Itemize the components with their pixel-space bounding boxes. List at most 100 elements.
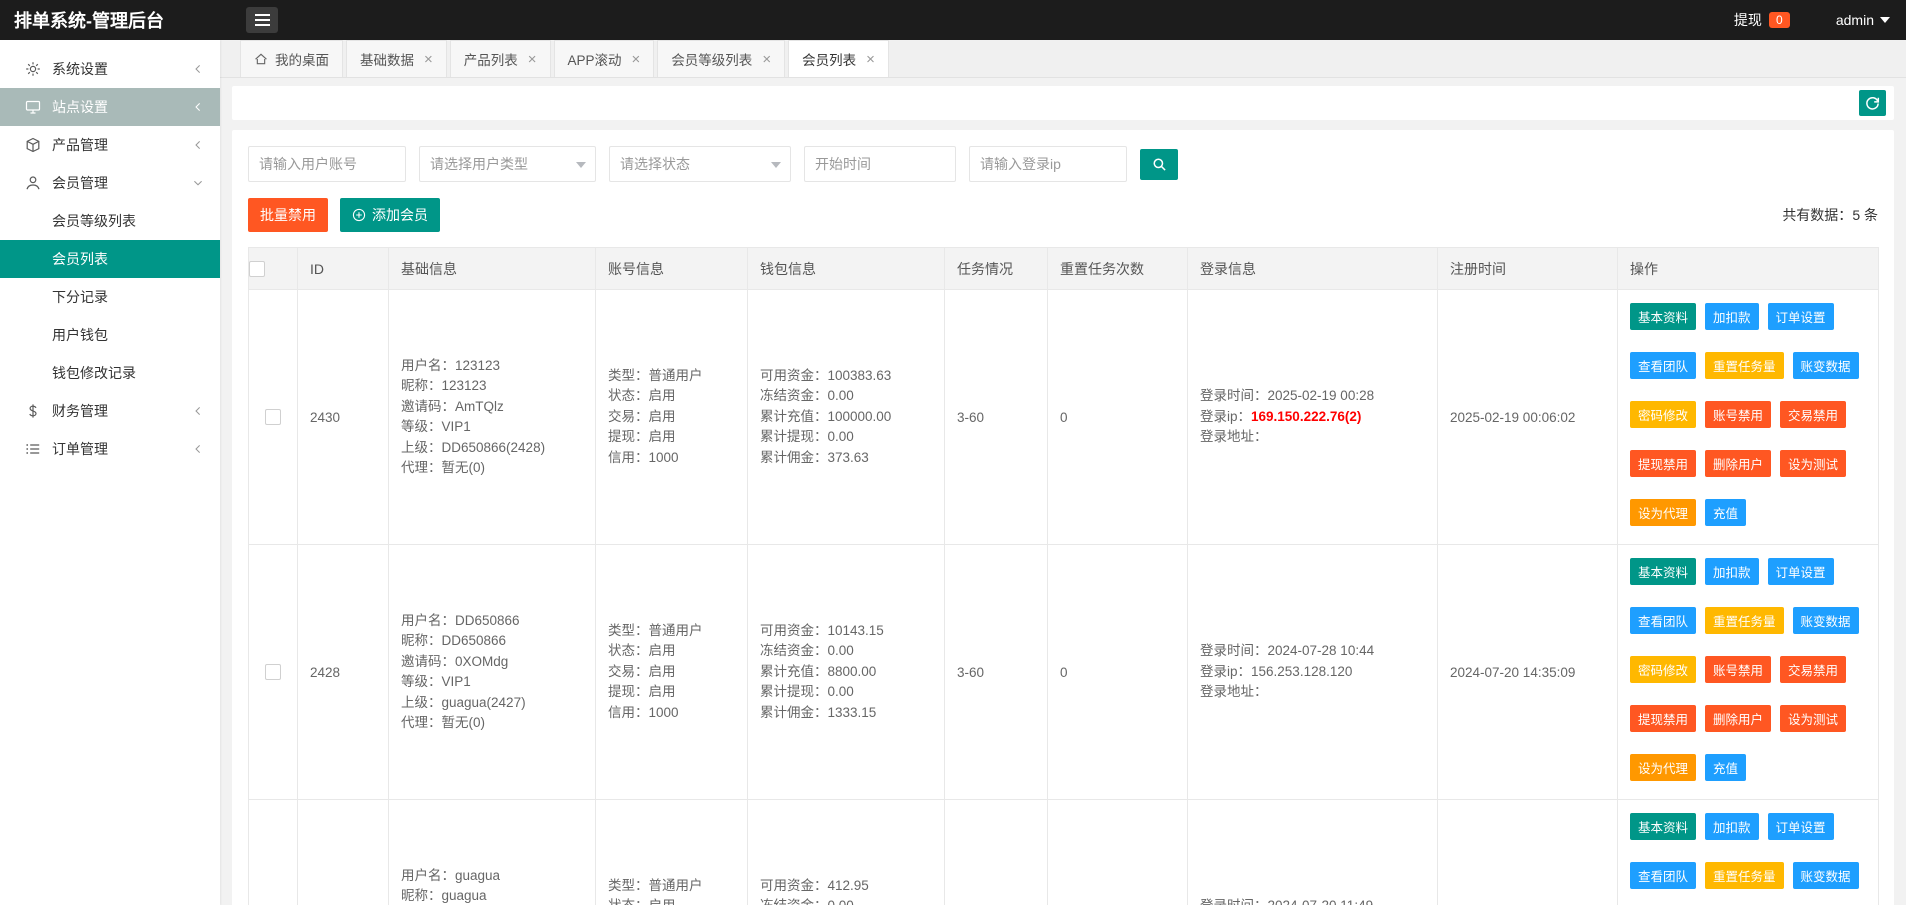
- action-set-test[interactable]: 设为测试: [1780, 705, 1846, 732]
- info-line: 交易：启用: [608, 662, 735, 683]
- action-account-change-data[interactable]: 账变数据: [1793, 862, 1859, 889]
- action-disable-withdraw[interactable]: 提现禁用: [1630, 705, 1696, 732]
- actions-row: 设为代理充值: [1630, 499, 1866, 526]
- chevron-left-icon: [192, 443, 204, 455]
- status-select[interactable]: 请选择状态: [609, 146, 791, 182]
- info-line: 累计佣金：1333.15: [760, 703, 932, 724]
- action-adjust-balance[interactable]: 加扣款: [1705, 303, 1759, 330]
- sidebar-item-user-wallet[interactable]: 用户钱包: [0, 316, 220, 354]
- info-line: 邀请码：0XOMdg: [401, 652, 583, 673]
- action-change-password[interactable]: 密码修改: [1630, 401, 1696, 428]
- add-member-label: 添加会员: [372, 205, 428, 225]
- add-member-button[interactable]: 添加会员: [340, 198, 440, 232]
- batch-disable-button[interactable]: 批量禁用: [248, 198, 328, 232]
- close-icon[interactable]: ×: [632, 52, 641, 67]
- action-basic-profile[interactable]: 基本资料: [1630, 303, 1696, 330]
- action-recharge[interactable]: 充值: [1705, 499, 1746, 526]
- action-order-settings[interactable]: 订单设置: [1768, 558, 1834, 585]
- user-menu[interactable]: admin: [1836, 12, 1890, 28]
- info-line: 用户名：123123: [401, 356, 583, 377]
- tab-bar: 我的桌面基础数据×产品列表×APP滚动×会员等级列表×会员列表×: [220, 40, 1906, 78]
- close-icon[interactable]: ×: [762, 52, 771, 67]
- sidebar-toggle-button[interactable]: [246, 7, 278, 33]
- action-view-team[interactable]: 查看团队: [1630, 352, 1696, 379]
- search-button[interactable]: [1140, 149, 1178, 180]
- toolbar-strip: [232, 86, 1894, 120]
- actions-row: 基本资料加扣款订单设置: [1630, 813, 1866, 840]
- action-account-change-data[interactable]: 账变数据: [1793, 352, 1859, 379]
- action-adjust-balance[interactable]: 加扣款: [1705, 558, 1759, 585]
- tab-product-list[interactable]: 产品列表×: [450, 40, 551, 77]
- sidebar-subitem-label: 会员等级列表: [52, 211, 136, 231]
- actions-row: 查看团队重置任务量账变数据: [1630, 607, 1866, 634]
- tab-basic-data[interactable]: 基础数据×: [346, 40, 447, 77]
- sidebar-item-wallet-modify-records[interactable]: 钱包修改记录: [0, 354, 220, 392]
- close-icon[interactable]: ×: [528, 52, 537, 67]
- sidebar-item-system-settings[interactable]: 系统设置: [0, 50, 220, 88]
- action-recharge[interactable]: 充值: [1705, 754, 1746, 781]
- row-checkbox[interactable]: [265, 664, 281, 680]
- action-order-settings[interactable]: 订单设置: [1768, 303, 1834, 330]
- row-checkbox[interactable]: [265, 409, 281, 425]
- actions-wrap: 基本资料加扣款订单设置查看团队重置任务量账变数据密码修改账号禁用交易禁用提现禁用…: [1630, 813, 1866, 905]
- info-line: 冻结资金：0.00: [760, 896, 932, 905]
- info-line: 累计佣金：373.63: [760, 448, 932, 469]
- sidebar-item-finance-management[interactable]: 财务管理: [0, 392, 220, 430]
- table-head: ID基础信息账号信息钱包信息任务情况重置任务次数登录信息注册时间操作: [249, 248, 1879, 290]
- action-disable-account[interactable]: 账号禁用: [1705, 656, 1771, 683]
- info-line: 昵称：guagua: [401, 886, 583, 905]
- tab-member-level-list[interactable]: 会员等级列表×: [657, 40, 785, 77]
- refresh-button[interactable]: [1859, 90, 1886, 116]
- sidebar-item-member-management[interactable]: 会员管理: [0, 164, 220, 202]
- sidebar-item-product-management[interactable]: 产品管理: [0, 126, 220, 164]
- info-line: 冻结资金：0.00: [760, 641, 932, 662]
- start-time-input[interactable]: [804, 146, 956, 182]
- action-reset-task-volume[interactable]: 重置任务量: [1705, 607, 1784, 634]
- user-type-select[interactable]: 请选择用户类型: [419, 146, 596, 182]
- action-view-team[interactable]: 查看团队: [1630, 862, 1696, 889]
- action-account-change-data[interactable]: 账变数据: [1793, 607, 1859, 634]
- action-basic-profile[interactable]: 基本资料: [1630, 813, 1696, 840]
- action-delete-user[interactable]: 删除用户: [1705, 450, 1771, 477]
- sidebar-item-score-records[interactable]: 下分记录: [0, 278, 220, 316]
- tab-app-scroll[interactable]: APP滚动×: [554, 40, 655, 77]
- login-info-block: 登录时间：2025-02-19 00:28登录ip：169.150.222.76…: [1200, 386, 1425, 448]
- action-disable-trade[interactable]: 交易禁用: [1780, 656, 1846, 683]
- close-icon[interactable]: ×: [866, 52, 875, 67]
- action-disable-trade[interactable]: 交易禁用: [1780, 401, 1846, 428]
- column-header: 重置任务次数: [1048, 248, 1188, 290]
- sidebar-item-site-settings[interactable]: 站点设置: [0, 88, 220, 126]
- info-line: 邀请码：AmTQlz: [401, 397, 583, 418]
- actions-row: 查看团队重置任务量账变数据: [1630, 862, 1866, 889]
- action-delete-user[interactable]: 删除用户: [1705, 705, 1771, 732]
- action-order-settings[interactable]: 订单设置: [1768, 813, 1834, 840]
- tab-desktop[interactable]: 我的桌面: [240, 40, 343, 77]
- action-disable-account[interactable]: 账号禁用: [1705, 401, 1771, 428]
- info-line: 等级：VIP1: [401, 417, 583, 438]
- cell-reset-count: 0: [1048, 290, 1188, 545]
- actions-row: 提现禁用删除用户设为测试: [1630, 450, 1866, 477]
- action-set-agent[interactable]: 设为代理: [1630, 499, 1696, 526]
- sidebar-item-order-management[interactable]: 订单管理: [0, 430, 220, 468]
- action-set-test[interactable]: 设为测试: [1780, 450, 1846, 477]
- action-change-password[interactable]: 密码修改: [1630, 656, 1696, 683]
- cell-wallet-info-block: 可用资金：412.95冻结资金：0.00: [760, 876, 932, 905]
- info-line: 等级：VIP1: [401, 672, 583, 693]
- close-icon[interactable]: ×: [424, 52, 433, 67]
- action-disable-withdraw[interactable]: 提现禁用: [1630, 450, 1696, 477]
- withdraw-menu[interactable]: 提现 0: [1734, 10, 1790, 30]
- action-adjust-balance[interactable]: 加扣款: [1705, 813, 1759, 840]
- action-basic-profile[interactable]: 基本资料: [1630, 558, 1696, 585]
- select-all-checkbox[interactable]: [249, 261, 265, 277]
- action-reset-task-volume[interactable]: 重置任务量: [1705, 862, 1784, 889]
- action-view-team[interactable]: 查看团队: [1630, 607, 1696, 634]
- action-set-agent[interactable]: 设为代理: [1630, 754, 1696, 781]
- tab-member-list[interactable]: 会员列表×: [788, 40, 889, 77]
- row-checkbox-cell: [249, 800, 298, 905]
- info-line: 状态：启用: [608, 386, 735, 407]
- action-reset-task-volume[interactable]: 重置任务量: [1705, 352, 1784, 379]
- account-input[interactable]: [248, 146, 406, 182]
- sidebar-item-member-level-list[interactable]: 会员等级列表: [0, 202, 220, 240]
- login-ip-input[interactable]: [969, 146, 1127, 182]
- sidebar-item-member-list[interactable]: 会员列表: [0, 240, 220, 278]
